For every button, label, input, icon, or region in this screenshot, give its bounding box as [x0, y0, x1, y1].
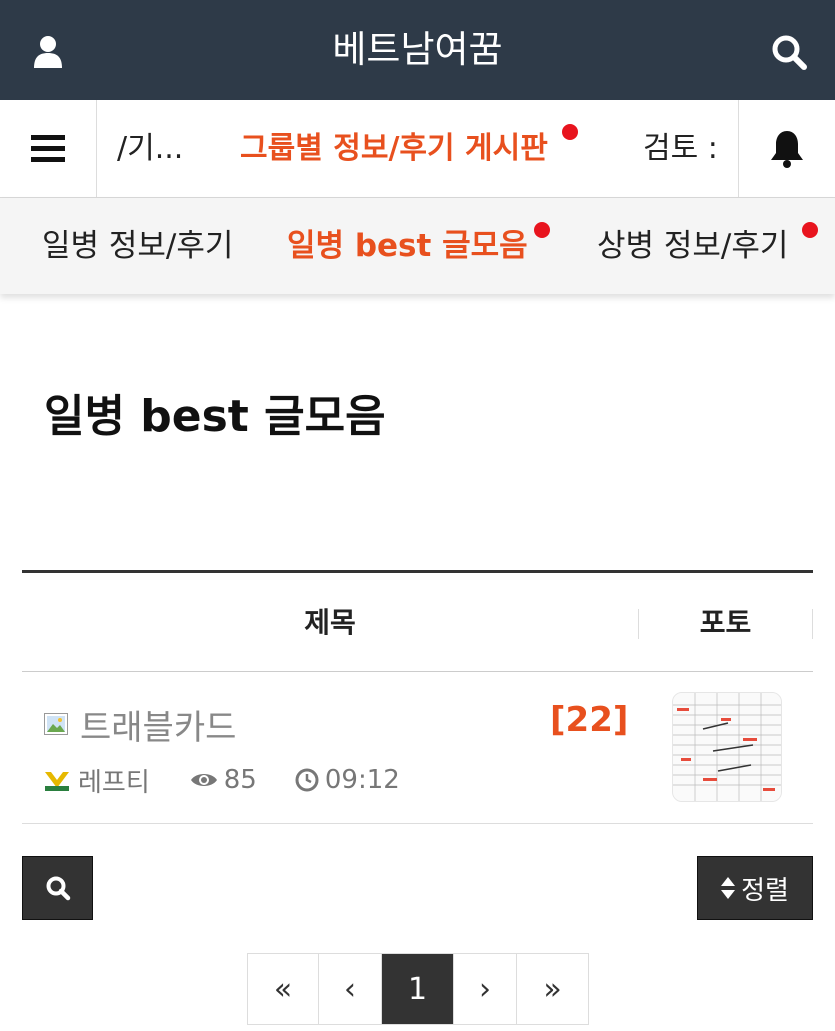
column-header-title: 제목: [304, 606, 356, 639]
new-badge-dot: [561, 124, 578, 140]
new-badge-dot: [802, 222, 819, 238]
category-nav: /기... 그룹별 정보/후기 게시판 검토 :: [0, 100, 835, 198]
eye-icon: [190, 774, 217, 786]
subnav-tab-best[interactable]: 일병 best 글모음: [287, 198, 550, 294]
menu-button[interactable]: [0, 100, 97, 197]
page-last-button[interactable]: »: [517, 954, 588, 1024]
page-current[interactable]: 1: [382, 954, 454, 1024]
page-title: 일병 best 글모음: [44, 391, 386, 442]
page-next-button[interactable]: ›: [454, 954, 517, 1024]
post-time: 09:12: [324, 765, 400, 795]
image-attachment-icon: [44, 713, 68, 735]
view-count: 85: [223, 765, 257, 795]
category-tab-label: 그룹별 정보/후기 게시판: [240, 131, 548, 166]
subnav-tab-label: 일병 정보/후기: [42, 228, 234, 264]
sort-button[interactable]: 정렬: [697, 856, 813, 920]
bell-icon: [771, 130, 803, 168]
search-icon: [772, 35, 807, 70]
post-thumbnail[interactable]: [672, 692, 782, 802]
page-prev-button[interactable]: ‹: [319, 954, 382, 1024]
subnav-tab-label: 상병 정보/후기: [597, 228, 789, 264]
column-header-photo: 포토: [699, 606, 752, 639]
category-tab-active[interactable]: 그룹별 정보/후기 게시판: [240, 100, 578, 197]
post-author[interactable]: 레프티: [78, 762, 150, 799]
board-header: 제목 포토: [22, 570, 813, 672]
post-meta: 레프티 85 09:12: [44, 762, 400, 799]
clock-icon: [295, 768, 319, 792]
search-icon: [46, 876, 70, 901]
user-icon: [34, 36, 62, 68]
menu-icon: [31, 134, 65, 162]
notification-button[interactable]: [738, 100, 835, 197]
sort-label: 정렬: [741, 875, 789, 906]
page-first-button[interactable]: «: [248, 954, 319, 1024]
category-tab-label: 검토 :: [643, 131, 718, 166]
user-button[interactable]: [22, 26, 74, 78]
subnav-tab-label: 일병 best 글모음: [287, 228, 528, 264]
column-divider: [812, 609, 813, 639]
site-title: 베트남여꿈: [332, 28, 503, 71]
board-table: 제목 포토 트래블카드 [22] 레프티 85 09:12: [22, 570, 813, 824]
board-search-button[interactable]: [22, 856, 93, 920]
category-tab-label: /기...: [117, 131, 184, 166]
sub-nav: 일병 정보/후기 일병 best 글모음 상병 정보/후기: [0, 198, 835, 294]
comment-count[interactable]: [22]: [550, 700, 628, 740]
category-tabs: /기... 그룹별 정보/후기 게시판 검토 :: [97, 100, 738, 197]
subnav-tab-private-info[interactable]: 일병 정보/후기: [42, 198, 233, 294]
post-title-link[interactable]: 트래블카드: [80, 700, 236, 749]
top-header: 베트남여꿈: [0, 0, 835, 100]
pagination: « ‹ 1 › »: [247, 953, 589, 1025]
category-tab-next[interactable]: 검토 :: [643, 100, 718, 197]
member-level-icon: [45, 772, 69, 791]
table-row[interactable]: 트래블카드 [22] 레프티 85 09:12: [22, 672, 813, 824]
new-badge-dot: [533, 222, 550, 238]
search-button[interactable]: [763, 26, 815, 78]
thumbnail-image: [673, 693, 781, 801]
category-tab-prev[interactable]: /기...: [117, 100, 183, 197]
subnav-tab-sergeant-info[interactable]: 상병 정보/후기: [597, 198, 819, 294]
sort-icon: [721, 877, 736, 899]
